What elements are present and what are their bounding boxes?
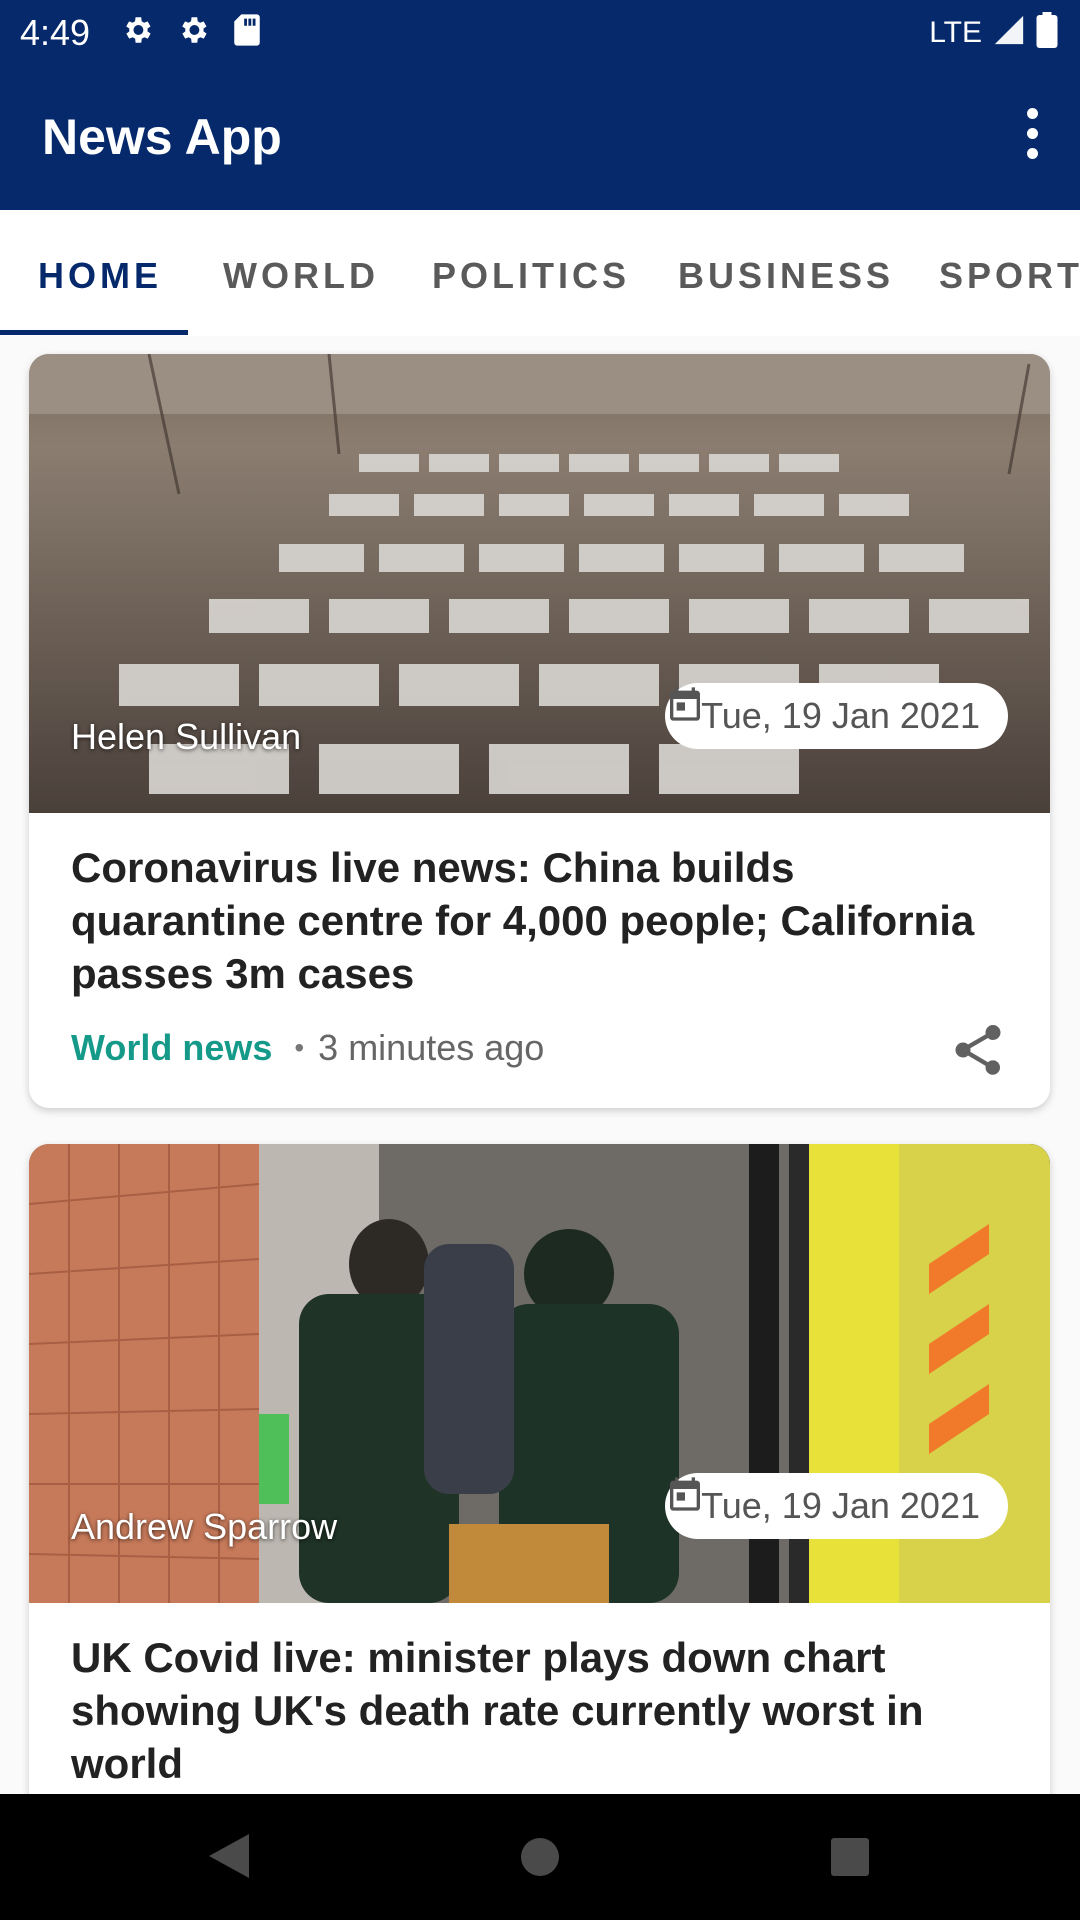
article-author: Helen Sullivan xyxy=(71,716,302,757)
separator-dot: • xyxy=(294,1032,305,1063)
home-icon[interactable] xyxy=(519,1830,561,1887)
signal-icon xyxy=(992,13,1026,52)
tab-world[interactable]: WORLD xyxy=(223,255,379,297)
article-card[interactable]: Helen Sullivan Tue, 19 Jan 2021 Coronavi… xyxy=(29,354,1050,1108)
status-time: 4:49 xyxy=(20,12,91,53)
article-author: Andrew Sparrow xyxy=(71,1506,338,1547)
app-bar: News App xyxy=(0,63,1080,210)
gear-icon xyxy=(120,13,154,52)
article-headline[interactable]: Coronavirus live news: China builds quar… xyxy=(71,841,1008,1000)
article-date: Tue, 19 Jan 2021 xyxy=(701,1485,980,1526)
more-vert-icon[interactable] xyxy=(1002,103,1062,163)
news-feed[interactable]: Helen Sullivan Tue, 19 Jan 2021 Coronavi… xyxy=(0,336,1080,1794)
article-meta: World news • 3 minutes ago xyxy=(71,1018,1008,1078)
date-badge: Tue, 19 Jan 2021 xyxy=(665,1473,1008,1539)
tab-business[interactable]: BUSINESS xyxy=(678,255,894,297)
tab-sport[interactable]: SPORT xyxy=(939,255,1080,297)
tab-indicator xyxy=(0,330,188,335)
date-badge: Tue, 19 Jan 2021 xyxy=(665,683,1008,749)
tab-politics[interactable]: POLITICS xyxy=(432,255,630,297)
battery-icon xyxy=(1036,12,1058,53)
article-image: Andrew Sparrow Tue, 19 Jan 2021 xyxy=(29,1144,1050,1603)
share-icon[interactable] xyxy=(948,1020,1008,1080)
app-title: News App xyxy=(42,109,282,165)
back-icon[interactable] xyxy=(205,1830,251,1887)
article-card[interactable]: Andrew Sparrow Tue, 19 Jan 2021 UK Covid… xyxy=(29,1144,1050,1794)
status-bar: 4:49 LTE xyxy=(0,0,1080,63)
navigation-bar xyxy=(0,1794,1080,1920)
article-time-ago: 3 minutes ago xyxy=(318,1027,545,1068)
sd-card-icon xyxy=(232,13,262,52)
article-date: Tue, 19 Jan 2021 xyxy=(701,695,980,736)
tab-home[interactable]: HOME xyxy=(38,255,162,297)
recents-icon[interactable] xyxy=(829,1830,871,1887)
article-headline[interactable]: UK Covid live: minister plays down chart… xyxy=(71,1631,1008,1790)
article-category[interactable]: World news xyxy=(71,1027,272,1069)
gear-icon xyxy=(176,13,210,52)
network-type: LTE xyxy=(929,15,982,49)
tab-bar: HOME WORLD POLITICS BUSINESS SPORT xyxy=(0,210,1080,336)
article-image: Helen Sullivan Tue, 19 Jan 2021 xyxy=(29,354,1050,813)
